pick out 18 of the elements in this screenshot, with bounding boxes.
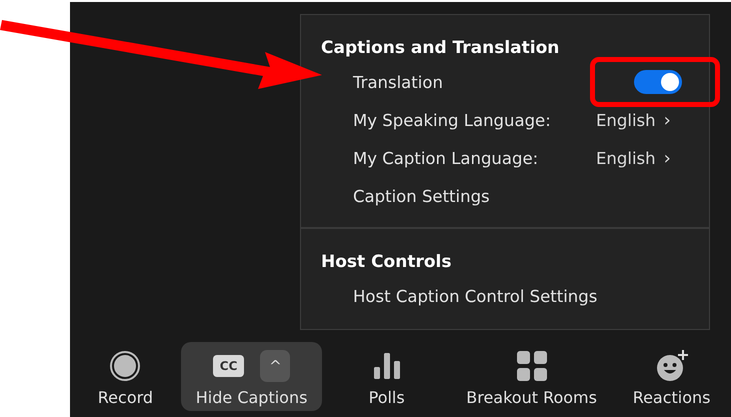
language-value[interactable]: English [596, 110, 656, 130]
chevron-icon: › [664, 110, 709, 130]
toolbar-button[interactable]: Polls [322, 342, 451, 411]
cc-icon: CC [212, 355, 244, 377]
menu-item[interactable]: My Speaking Language: [353, 110, 596, 130]
menu-item[interactable]: Caption Settings [353, 186, 596, 206]
caret-button[interactable]: ^ [260, 350, 290, 382]
toolbar-button[interactable]: Reactions [612, 342, 731, 411]
chevron-icon: › [664, 148, 709, 168]
menu-item[interactable]: Translation [353, 72, 596, 92]
menu-item[interactable]: My Caption Language: [353, 148, 596, 168]
menu-item[interactable]: Host Caption Control Settings [353, 286, 596, 306]
section-heading: Host Controls [320, 251, 452, 274]
toolbar-button[interactable]: CC ^ Hide Captions [180, 342, 322, 411]
language-value[interactable]: English [596, 148, 656, 168]
toolbar-button[interactable]: Record [70, 342, 181, 411]
section-heading: Captions and Translation [320, 37, 560, 60]
toolbar-button[interactable]: Breakout Rooms [450, 342, 612, 411]
